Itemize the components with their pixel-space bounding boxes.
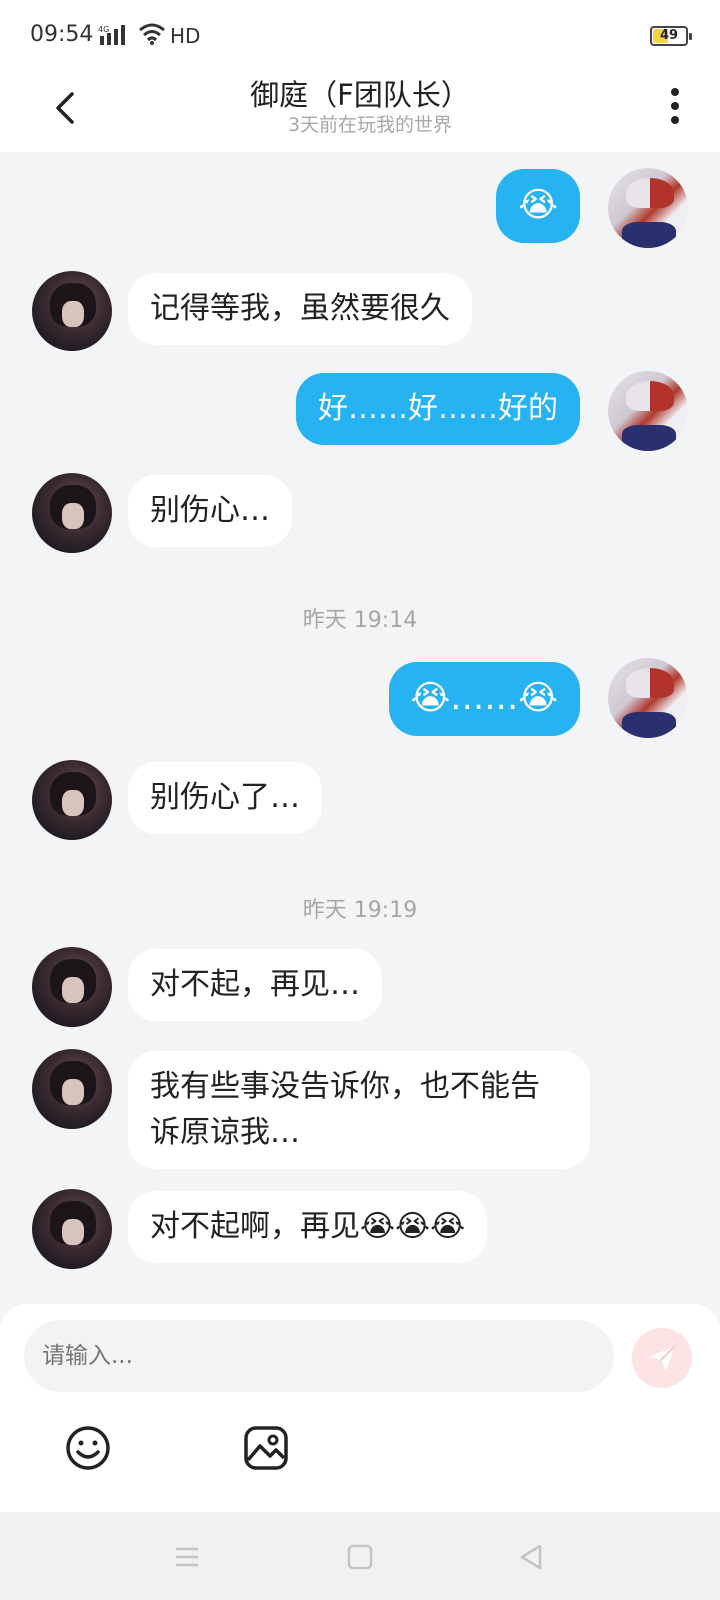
message-text: 别伤心… <box>150 493 270 528</box>
message-text: 别伤心了… <box>150 780 300 815</box>
contact-name[interactable]: 御庭（F团队长） <box>0 72 720 114</box>
message-text: 我有些事没告诉你，也不能告诉原谅我… <box>150 1069 540 1150</box>
signal-icon: 4G <box>98 25 125 45</box>
wifi-icon <box>139 23 165 45</box>
my-avatar[interactable] <box>608 371 688 451</box>
message-text: 记得等我，虽然要很久 <box>150 291 450 326</box>
message-text: 😭 <box>518 185 558 225</box>
timestamp: 昨天 19:19 <box>302 898 418 923</box>
contact-avatar[interactable] <box>32 1049 112 1129</box>
emoji-icon[interactable] <box>64 1424 112 1472</box>
send-button[interactable] <box>632 1328 692 1388</box>
incoming-message-bubble[interactable]: 对不起啊，再见😭😭😭 <box>128 1191 488 1263</box>
contact-avatar[interactable] <box>32 760 112 840</box>
message-text: 对不起，再见… <box>150 967 360 1002</box>
contact-avatar[interactable] <box>32 473 112 553</box>
incoming-message-bubble[interactable]: 别伤心了… <box>128 762 322 834</box>
contact-avatar[interactable] <box>32 947 112 1027</box>
incoming-message-bubble[interactable]: 对不起，再见… <box>128 949 382 1021</box>
svg-text:4G: 4G <box>98 25 109 34</box>
status-bar: 09:54 4G HD 49 <box>0 0 720 72</box>
message-text: 好……好……好的 <box>318 391 558 426</box>
contact-avatar[interactable] <box>32 271 112 351</box>
composer-panel <box>0 1304 720 1512</box>
image-icon[interactable] <box>242 1424 290 1472</box>
message-text: 对不起啊，再见😭😭😭 <box>150 1209 466 1244</box>
contact-avatar[interactable] <box>32 1189 112 1269</box>
battery-level: 49 <box>659 28 679 43</box>
message-text: 😭……😭 <box>410 678 558 718</box>
message-list[interactable]: 😭 记得等我，虽然要很久 好……好……好的 别伤心… 昨天 19:14 😭……😭 <box>0 152 720 1304</box>
outgoing-message-bubble[interactable]: 😭 <box>496 169 580 243</box>
outgoing-message-bubble[interactable]: 好……好……好的 <box>296 373 580 445</box>
dot-icon <box>671 116 679 124</box>
message-input[interactable] <box>24 1320 614 1392</box>
status-time: 09:54 <box>30 22 94 47</box>
dot-icon <box>671 88 679 96</box>
more-options-button[interactable] <box>660 84 690 126</box>
contact-status: 3天前在玩我的世界 <box>287 114 453 136</box>
incoming-message-bubble[interactable]: 我有些事没告诉你，也不能告诉原谅我… <box>128 1051 590 1169</box>
my-avatar[interactable] <box>608 168 688 248</box>
system-nav-bar <box>0 1512 720 1600</box>
outgoing-message-bubble[interactable]: 😭……😭 <box>388 662 580 736</box>
timestamp: 昨天 19:14 <box>302 608 418 633</box>
dot-icon <box>671 102 679 110</box>
network-label: HD <box>170 24 201 48</box>
battery-icon: 49 <box>650 26 692 46</box>
incoming-message-bubble[interactable]: 记得等我，虽然要很久 <box>128 273 472 345</box>
incoming-message-bubble[interactable]: 别伤心… <box>128 475 292 547</box>
send-icon <box>649 1345 676 1371</box>
chat-header: 御庭（F团队长） 3天前在玩我的世界 <box>0 72 720 152</box>
home-icon[interactable] <box>345 1542 375 1572</box>
my-avatar[interactable] <box>608 658 688 738</box>
back-icon[interactable] <box>516 1542 546 1572</box>
menu-icon[interactable] <box>172 1542 202 1572</box>
